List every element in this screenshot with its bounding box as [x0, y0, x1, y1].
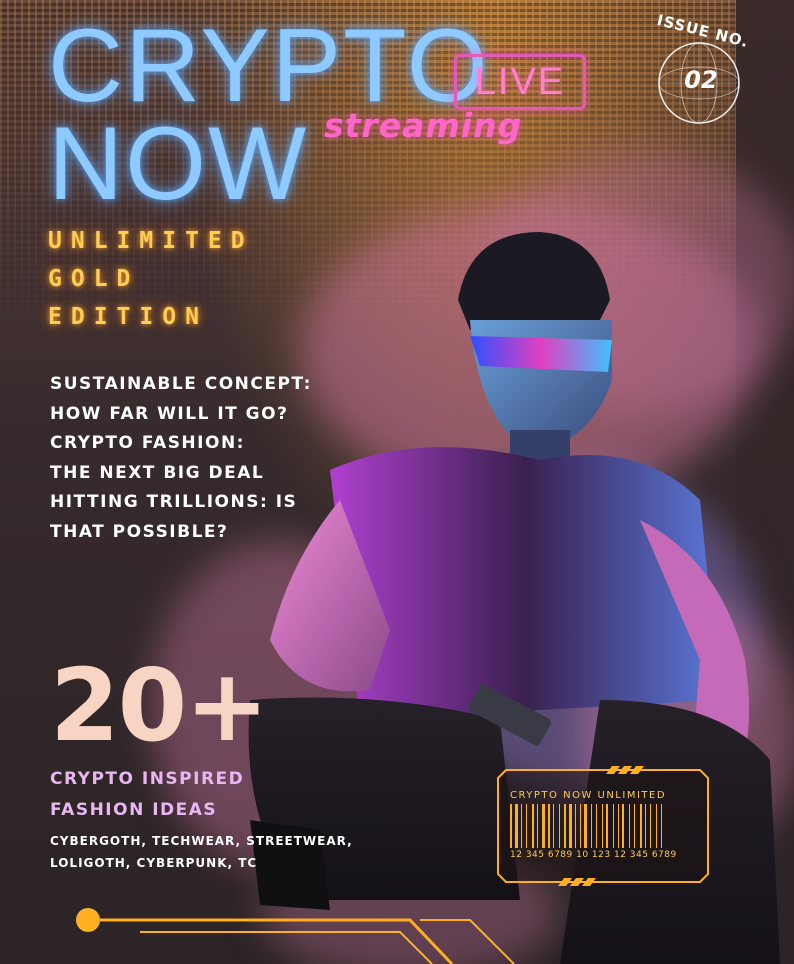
- issue-number: 02: [684, 66, 718, 94]
- barcode-bar: [542, 804, 545, 848]
- cover-headlines: Sustainable Concept: How far will it go?…: [50, 370, 312, 547]
- barcode-bar: [569, 804, 572, 848]
- barcode-bar: [629, 804, 630, 848]
- barcode-bar: [606, 804, 608, 848]
- magazine-cover: CRYPTO NOW LIVE streaming ISSUE NO. 02 U…: [0, 0, 794, 964]
- headline: The next big deal: [50, 462, 265, 483]
- barcode-bar: [559, 804, 560, 848]
- barcode-bar: [591, 804, 592, 848]
- barcode-bar: [526, 804, 527, 848]
- barcode-bar: [584, 804, 587, 848]
- edition-line3: EDITION: [48, 304, 208, 330]
- barcode-bar: [548, 804, 550, 848]
- barcode-bar: [521, 804, 522, 848]
- barcode-bar: [596, 804, 597, 848]
- feature-title-line1: CRYPTO INSPIRED: [50, 769, 245, 789]
- barcode-title: CRYPTO NOW UNLIMITED: [510, 790, 667, 801]
- barcode-bar: [656, 804, 657, 848]
- feature-tags: CYBERGOTH, TECHWEAR, STREETWEAR, LOLIGOT…: [50, 830, 353, 874]
- circuit-line-decoration: [76, 908, 515, 964]
- headline: Sustainable Concept:: [50, 374, 312, 394]
- barcode-numbers: 12 345 6789 10 123 12 345 6789: [510, 850, 677, 860]
- barcode-bar: [634, 804, 635, 848]
- barcode-bar: [661, 804, 662, 848]
- barcode-bar: [650, 804, 651, 848]
- barcode-bar: [532, 804, 534, 848]
- headline: How far will it go?: [50, 403, 289, 424]
- feature-count: 20+: [50, 647, 269, 764]
- barcode-bar: [515, 804, 518, 848]
- streaming-label: streaming: [324, 106, 523, 145]
- barcode-bar: [602, 804, 603, 848]
- feature-tags-line2: LOLIGOTH, CYBERPUNK, TC: [50, 856, 258, 870]
- barcode-bar: [613, 804, 614, 848]
- barcode-bar: [622, 804, 624, 848]
- headline: that possible?: [50, 521, 229, 542]
- edition-line1: UNLIMITED: [48, 228, 254, 254]
- barcode-bar: [553, 804, 554, 848]
- barcode-bar: [564, 804, 566, 848]
- barcode-bar: [580, 804, 581, 848]
- feature-tags-line1: CYBERGOTH, TECHWEAR, STREETWEAR,: [50, 834, 353, 848]
- headline: Crypto Fashion:: [50, 433, 245, 453]
- barcode-bar: [510, 804, 512, 848]
- barcode-bar: [640, 804, 642, 848]
- masthead-title-line1: CRYPTO: [48, 8, 490, 124]
- barcode-frame: [497, 766, 709, 886]
- barcode-bar: [575, 804, 576, 848]
- live-badge: LIVE: [454, 54, 586, 110]
- barcode-bar: [645, 804, 646, 848]
- barcode-bar: [618, 804, 619, 848]
- masthead-title-line2: NOW: [48, 106, 309, 222]
- feature-title: CRYPTO INSPIRED FASHION IDEAS: [50, 764, 244, 826]
- feature-title-line2: FASHION IDEAS: [50, 800, 218, 820]
- edition-line2: GOLD: [48, 266, 140, 292]
- barcode-bar: [537, 804, 538, 848]
- headline: Hitting Trillions: Is: [50, 492, 298, 512]
